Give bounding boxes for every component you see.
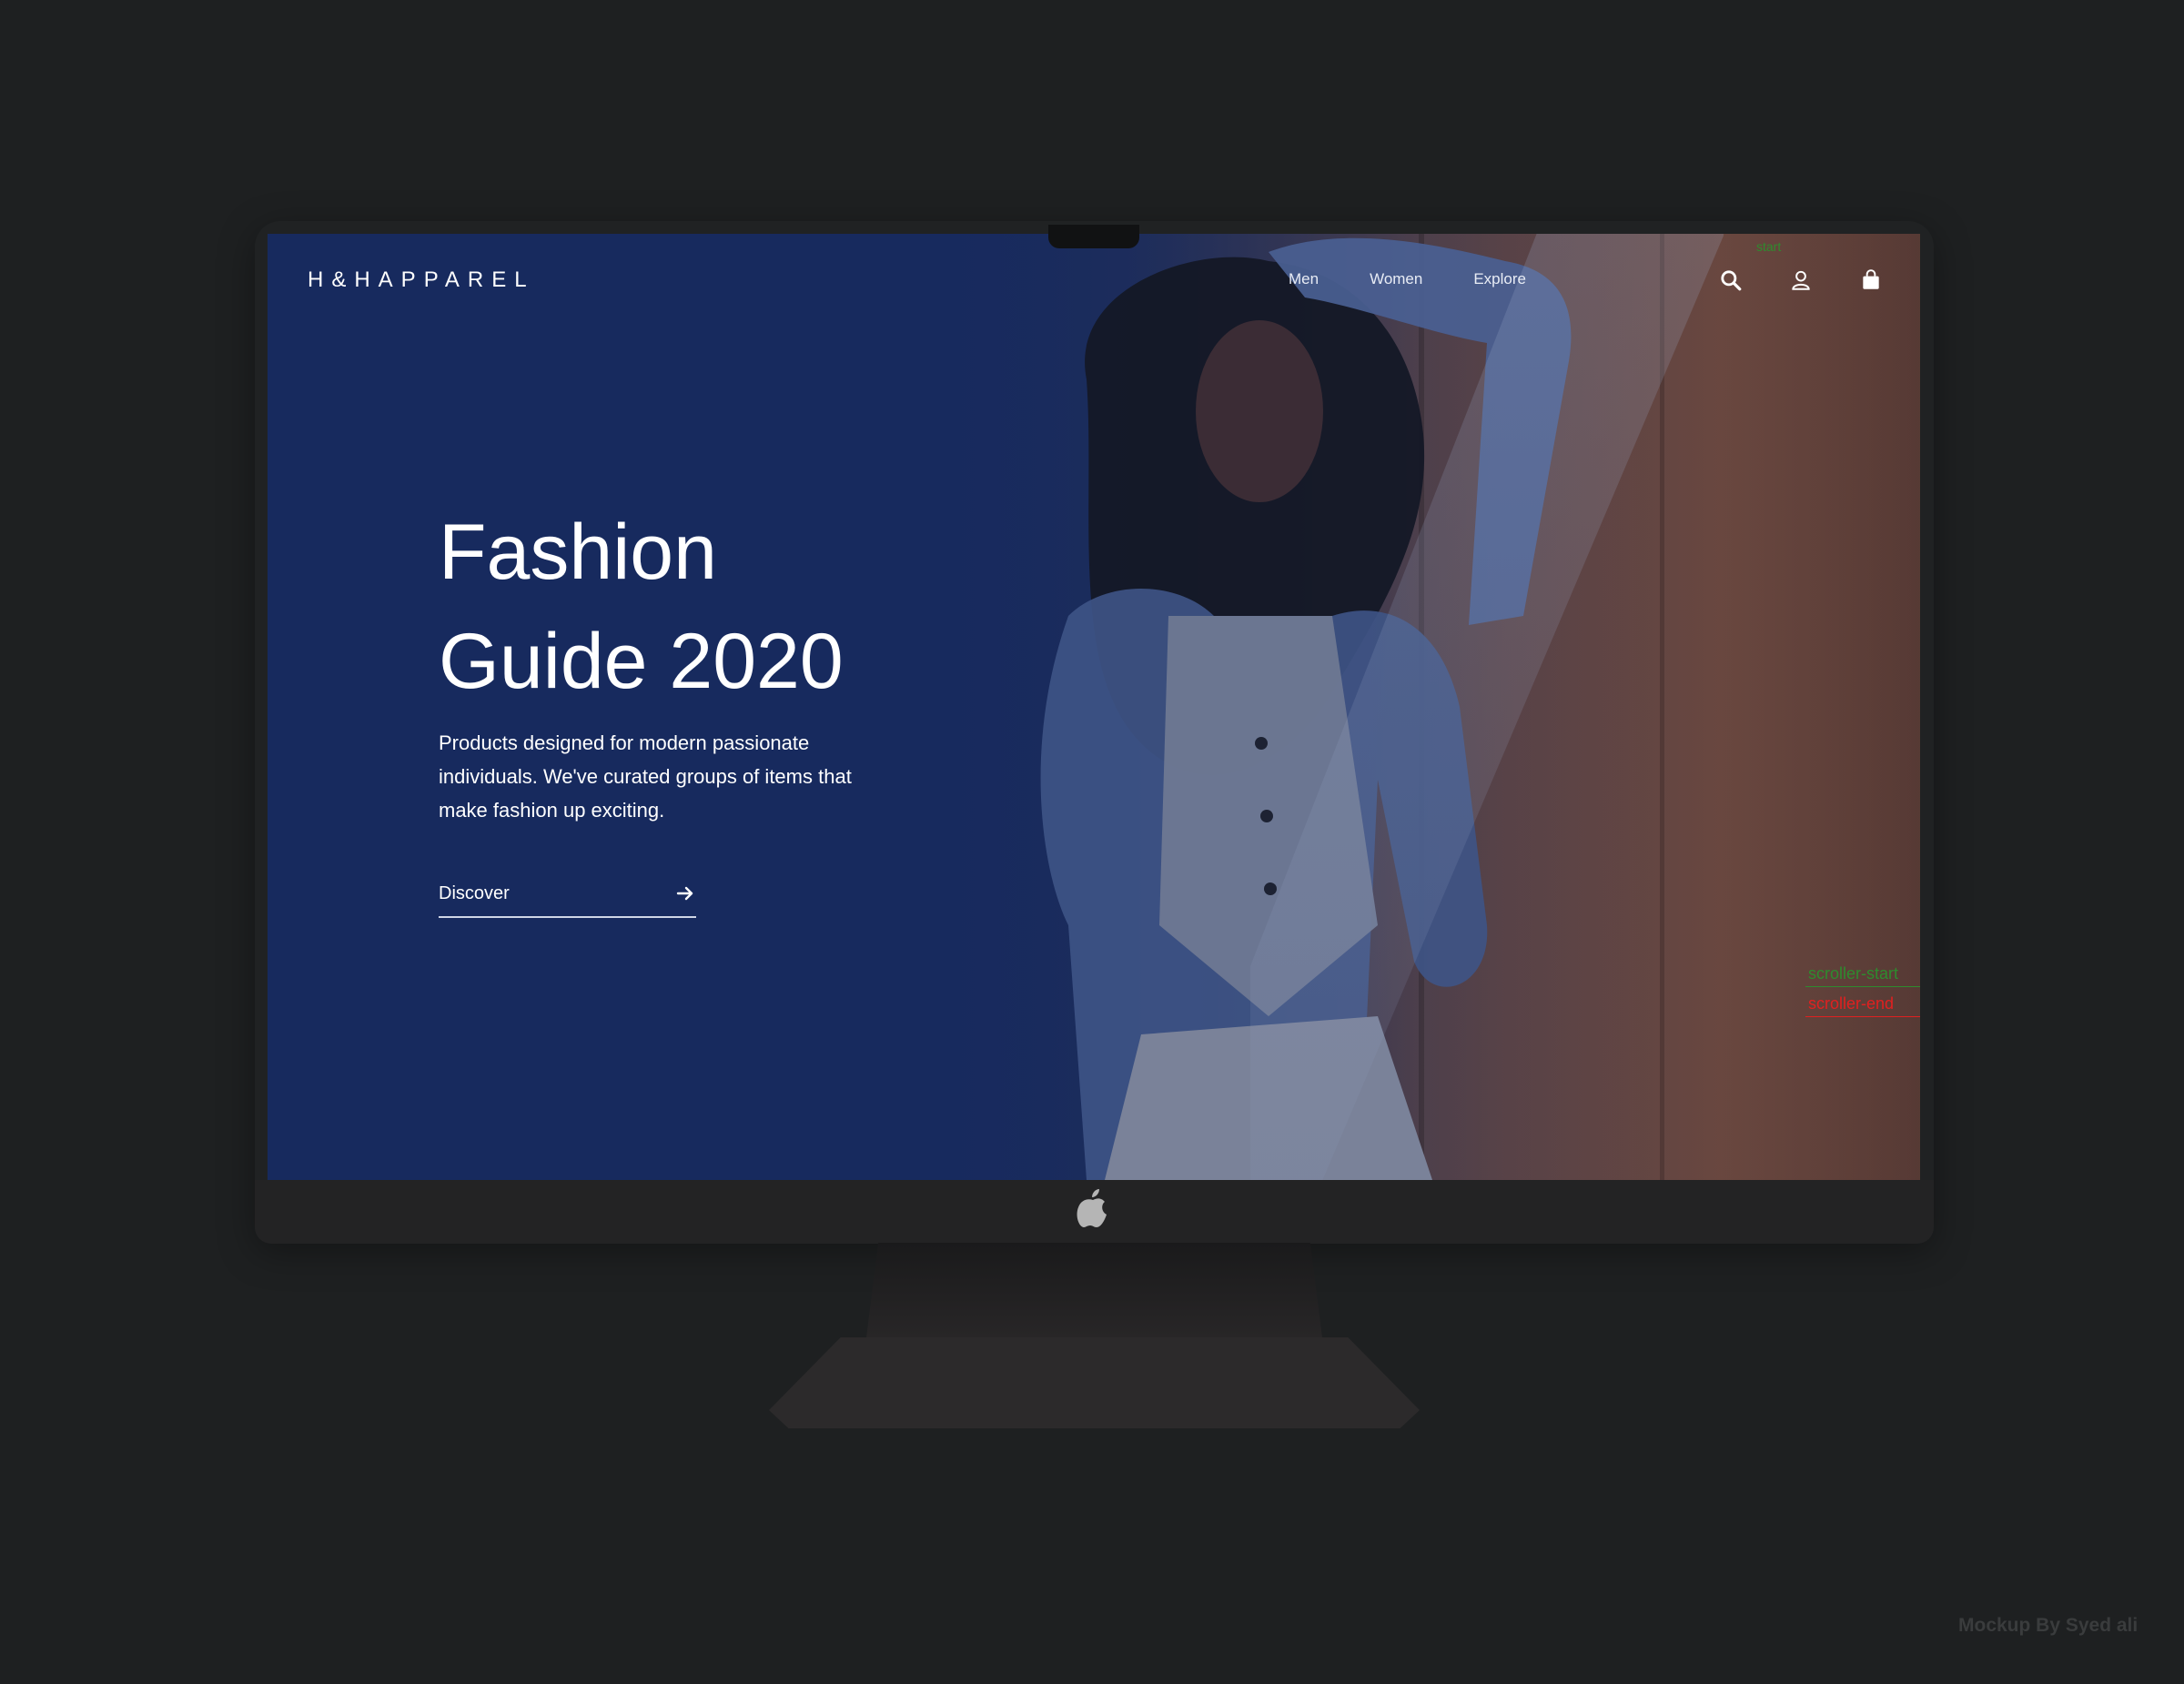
nav-link-men[interactable]: Men: [1289, 270, 1319, 288]
monitor-stand-base: [769, 1337, 1420, 1428]
brand-logo[interactable]: H&HAPPAREL: [308, 267, 535, 293]
hero-description: Products designed for modern passionate …: [439, 731, 852, 822]
arrow-right-icon: [676, 886, 693, 901]
discover-button[interactable]: Discover: [439, 880, 696, 918]
hero-title-line1: Fashion: [439, 509, 717, 596]
debug-scroller-end-line: [1805, 1016, 1920, 1017]
apple-logo-icon: [1077, 1189, 1107, 1227]
monitor-stand-neck: [864, 1243, 1324, 1352]
website-screen: H&HAPPAREL Men Women Explore Fashion Gui…: [268, 234, 1920, 1180]
camera-notch: [1048, 225, 1139, 248]
debug-scroller-start: scroller-start: [1808, 964, 1899, 983]
debug-scroller-start-line: [1805, 986, 1920, 987]
nav-link-women[interactable]: Women: [1370, 270, 1422, 288]
user-icon[interactable]: [1789, 268, 1813, 292]
search-icon[interactable]: [1719, 268, 1743, 292]
debug-scroller-end: scroller-end: [1808, 994, 1895, 1013]
nav-link-explore[interactable]: Explore: [1473, 270, 1526, 288]
hero-title: Fashion Guide 2020: [439, 498, 985, 716]
shopping-bag-icon[interactable]: [1859, 268, 1883, 292]
mockup-watermark: Mockup By Syed ali: [1958, 1615, 2138, 1636]
hero-title-line2: Guide 2020: [439, 618, 844, 705]
debug-start-marker: start: [1756, 239, 1782, 254]
discover-label: Discover: [439, 883, 510, 903]
main-nav: Men Women Explore: [1289, 270, 1577, 288]
mockup-stage: H&HAPPAREL Men Women Explore Fashion Gui…: [0, 0, 2184, 1684]
